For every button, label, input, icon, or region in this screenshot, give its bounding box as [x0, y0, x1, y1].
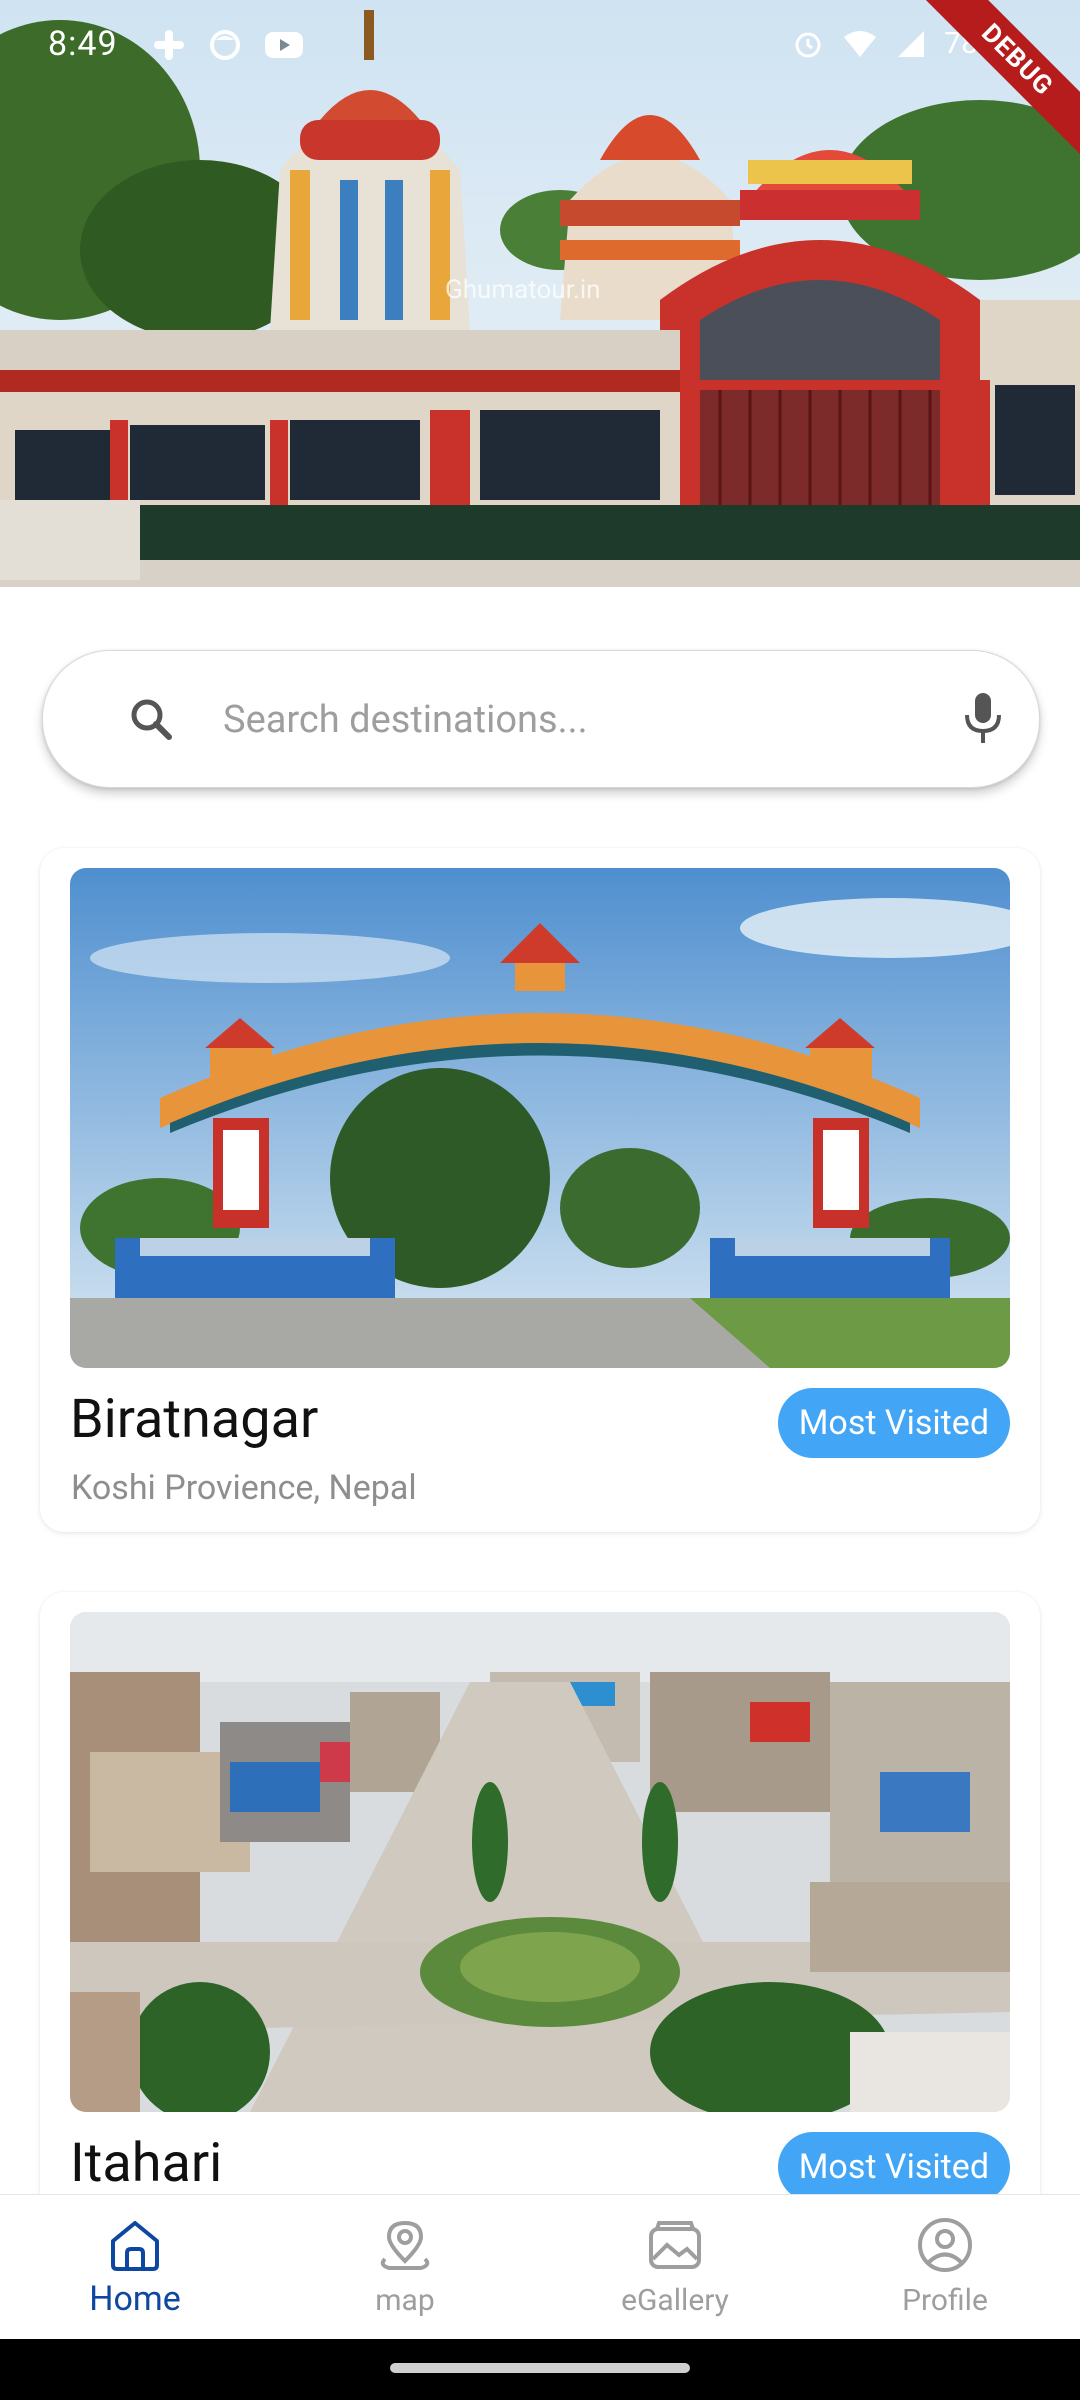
destination-name: Biratnagar	[70, 1388, 319, 1451]
profile-icon[interactable]	[915, 2215, 975, 2275]
nav-item-home[interactable]: Home	[0, 2195, 270, 2340]
slack-icon	[154, 30, 184, 60]
circle-app-icon	[210, 30, 240, 60]
nav-label: map	[375, 2283, 435, 2318]
gallery-icon[interactable]	[645, 2215, 705, 2275]
alarm-icon	[795, 32, 821, 57]
search-icon[interactable]	[127, 695, 175, 743]
destination-image[interactable]	[70, 1612, 1010, 2112]
home-icon[interactable]	[105, 2215, 165, 2275]
nav-item-profile[interactable]: Profile	[810, 2195, 1080, 2340]
hero-watermark: Ghumatour.in	[445, 275, 601, 305]
search-input[interactable]	[221, 685, 925, 755]
most-visited-badge: Most Visited	[777, 1388, 1010, 1458]
city-aerial-photo	[70, 1612, 1010, 2112]
mic-icon[interactable]	[961, 691, 1005, 747]
welcome-arch-photo	[70, 868, 1010, 1368]
nav-item-egallery[interactable]: eGallery	[540, 2195, 810, 2340]
search-bar[interactable]	[42, 650, 1040, 788]
youtube-icon	[265, 32, 303, 58]
nav-item-map[interactable]: map	[270, 2195, 540, 2340]
wifi-icon	[844, 30, 877, 57]
system-navigation-bar	[0, 2339, 1080, 2400]
destination-card[interactable]: Biratnagar Most Visited Koshi Provience,…	[40, 848, 1040, 1532]
status-time: 8:49	[48, 24, 118, 64]
destination-image[interactable]	[70, 868, 1010, 1368]
bottom-navigation: Home map eGallery Profile	[0, 2194, 1080, 2340]
map-pin-icon[interactable]	[375, 2215, 435, 2275]
status-bar: 8:49 78%	[0, 0, 1080, 96]
destination-location: Koshi Provience, Nepal	[71, 1468, 417, 1508]
nav-label: Home	[89, 2279, 181, 2319]
notification-icons	[152, 28, 304, 62]
nav-label: Profile	[902, 2283, 988, 2318]
gesture-handle[interactable]	[390, 2363, 690, 2373]
signal-icon	[898, 30, 925, 57]
most-visited-badge: Most Visited	[777, 2132, 1010, 2202]
destination-name: Itahari	[70, 2132, 223, 2195]
nav-label: eGallery	[621, 2283, 729, 2318]
hero-banner: 8:49 78%	[0, 0, 1080, 587]
